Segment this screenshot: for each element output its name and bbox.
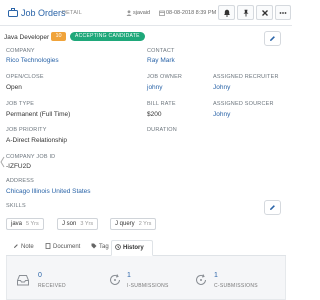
c-submissions-label: C-SUBMISSIONS: [214, 283, 258, 289]
bill-rate-value: $200: [147, 111, 162, 118]
more-icon: [279, 11, 287, 14]
tab-document[interactable]: Document: [42, 240, 86, 256]
tab-note[interactable]: Note: [10, 240, 38, 256]
position-title: Java Developer: [4, 34, 50, 41]
notification-button[interactable]: [218, 5, 235, 20]
note-icon: [14, 244, 18, 248]
assigned-recruiter-link[interactable]: Johny: [213, 84, 230, 91]
history-panel: [6, 256, 286, 300]
refresh-icon: [196, 274, 206, 285]
more-button[interactable]: [275, 5, 291, 20]
skill-chip: java 5 Yrs: [6, 218, 44, 230]
created-date: 08-08-2018 8:39 PM: [166, 10, 217, 16]
assigned-sourcer-label: ASSIGNED SOURCER: [213, 101, 274, 107]
skill-years: 2 Yrs: [138, 221, 152, 227]
open-close-label: OPEN/CLOSE: [6, 74, 44, 80]
contact-link[interactable]: Ray Mark: [147, 57, 175, 64]
received-label: RECEIVED: [38, 283, 66, 289]
job-priority-label: JOB PRIORITY: [6, 127, 47, 133]
detail-tabs: Note Document Tag History: [6, 240, 286, 256]
openings-badge: 10: [51, 32, 66, 41]
refresh-icon: [110, 274, 120, 285]
skills-label: SKILLS: [6, 203, 26, 209]
bell-icon: [223, 9, 230, 17]
company-job-id-value: -IZFU2D: [6, 163, 31, 170]
duration-label: DURATION: [147, 127, 177, 133]
job-owner-link[interactable]: johny: [147, 84, 163, 91]
chevron-left-icon[interactable]: [0, 156, 5, 168]
header-bar: Job Orders DETAIL sjavaid 08-08-2018 8:3…: [0, 0, 292, 26]
address-label: ADDRESS: [6, 178, 34, 184]
company-job-id-label: COMPANY JOB ID: [6, 154, 56, 160]
contact-label: CONTACT: [147, 48, 175, 54]
history-icon: [115, 244, 121, 250]
skill-chip: J son 3 Yrs: [57, 218, 99, 230]
skill-name: J son: [62, 221, 77, 227]
skill-years: 5 Yrs: [26, 221, 39, 227]
i-submissions-label: I-SUBMISSIONS: [127, 283, 169, 289]
company-link[interactable]: Rico Technologies: [6, 57, 59, 64]
close-button[interactable]: [256, 5, 273, 20]
assigned-recruiter-label: ASSIGNED RECRUITER: [213, 74, 279, 80]
open-close-value: Open: [6, 84, 22, 91]
close-icon: [261, 9, 268, 16]
skill-name: java: [11, 221, 23, 227]
address-link[interactable]: Chicago Illinois United States: [6, 188, 91, 195]
skill-chip: J query 2 Yrs: [110, 218, 157, 230]
job-owner-label: JOB OWNER: [147, 74, 183, 80]
c-submissions-count[interactable]: 1: [214, 272, 218, 279]
page-title: Job Orders: [21, 8, 66, 18]
calendar-icon: [159, 10, 165, 16]
status-badge: ACCEPTING CANDIDATE: [70, 32, 145, 41]
tab-history[interactable]: History: [111, 240, 153, 256]
tag-icon: [91, 243, 97, 249]
pin-icon: [243, 9, 248, 16]
page-subtitle: DETAIL: [62, 10, 83, 16]
job-type-value: Permanent (Full Time): [6, 111, 71, 118]
bill-rate-label: BILL RATE: [147, 101, 176, 107]
pin-button[interactable]: [237, 5, 254, 20]
company-label: COMPANY: [6, 48, 35, 54]
tab-tag[interactable]: Tag: [88, 240, 112, 256]
job-type-label: JOB TYPE: [6, 101, 35, 107]
i-submissions-count[interactable]: 1: [127, 272, 131, 279]
briefcase-icon: [8, 8, 18, 17]
skill-years: 3 Yrs: [80, 221, 94, 227]
owner-username: sjavaid: [133, 10, 151, 16]
edit-details-button[interactable]: [264, 31, 281, 46]
job-priority-value: A-Direct Relationship: [6, 137, 68, 144]
pencil-icon: [270, 36, 275, 41]
received-count[interactable]: 0: [38, 272, 42, 279]
skill-name: J query: [115, 221, 135, 227]
user-icon: [126, 10, 132, 16]
inbox-icon: [17, 275, 29, 286]
edit-skills-button[interactable]: [264, 200, 281, 215]
assigned-sourcer-link[interactable]: Johny: [213, 111, 230, 118]
document-icon: [45, 243, 51, 249]
pencil-icon: [270, 205, 275, 210]
